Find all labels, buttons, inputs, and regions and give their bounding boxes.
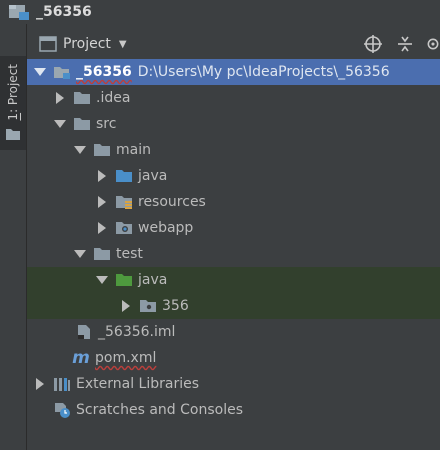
tree-label-test-java: java [138,272,168,288]
tool-window-strip: 1: Project [0,24,27,450]
tree-row-main[interactable]: main [27,137,440,163]
folder-icon [94,144,110,156]
tree-row-src[interactable]: src [27,111,440,137]
tree-label-iml: _56356.iml [98,324,176,340]
web-folder-icon [116,222,132,234]
tree-label-webapp: webapp [138,220,194,236]
collapsed-arrow-icon[interactable] [95,169,109,183]
toolbar-actions [362,32,440,56]
tree-row-iml[interactable]: _56356.iml [27,319,440,345]
crosshair-icon [364,35,382,53]
settings-button[interactable] [426,33,440,55]
collapsed-arrow-icon[interactable] [53,91,67,105]
module-folder-icon [54,67,70,79]
window-titlebar: _56356 [0,0,440,24]
package-icon [140,300,156,312]
project-tab-text: : Project [6,64,20,113]
tree-label-test: test [116,246,143,262]
project-tool-tab[interactable]: 1: Project [0,56,26,150]
project-icon [9,5,29,20]
folder-icon [74,118,90,130]
tree-row-webapp[interactable]: webapp [27,215,440,241]
expanded-arrow-icon[interactable] [73,143,87,157]
expanded-arrow-icon[interactable] [53,117,67,131]
expanded-arrow-icon[interactable] [73,247,87,261]
window-title: _56356 [36,4,92,20]
tree-label-main-java: java [138,168,168,184]
tree-row-main-java[interactable]: java [27,163,440,189]
tree-row-test[interactable]: test [27,241,440,267]
project-panel: Project ▼ _56356 D:\Users\My pc\IdeaProj… [27,24,440,450]
project-view-icon [39,36,57,52]
scratches-icon [55,403,70,418]
tree-label-pom: pom.xml [95,350,157,366]
test-folder-icon [116,274,132,286]
collapsed-arrow-icon[interactable] [119,299,133,313]
expanded-arrow-icon[interactable] [33,65,47,79]
folder-icon [74,92,90,104]
folder-icon [94,248,110,260]
tree-row-idea[interactable]: .idea [27,85,440,111]
iml-file-icon [78,325,90,339]
collapse-icon [398,36,412,52]
tree-row-root[interactable]: _56356 D:\Users\My pc\IdeaProjects\_5635… [27,59,440,85]
tree-label-package: 356 [162,298,189,314]
tree-label-main: main [116,142,151,158]
settings-icon [427,38,439,50]
tree-label-resources: resources [138,194,206,210]
tree-row-package[interactable]: 356 [27,293,440,319]
collapsed-arrow-icon[interactable] [95,221,109,235]
library-icon [54,378,70,391]
tree-label-idea: .idea [96,90,131,106]
tree-label-scratches: Scratches and Consoles [76,402,243,418]
tree-label-libraries: External Libraries [76,376,199,392]
collapsed-arrow-icon[interactable] [95,195,109,209]
maven-icon: m [72,348,90,368]
root-name: _56356 [76,64,132,80]
project-tab-number: 1 [6,112,20,121]
chevron-down-icon[interactable]: ▼ [119,39,127,50]
source-folder-icon [116,170,132,182]
expanded-arrow-icon[interactable] [95,273,109,287]
folder-icon [6,128,20,140]
root-path: D:\Users\My pc\IdeaProjects\_56356 [137,64,390,80]
project-toolbar: Project ▼ [27,32,440,56]
project-tab-label: 1: Project [6,64,20,121]
tree-label-src: src [96,116,117,132]
tree-row-scratches[interactable]: Scratches and Consoles [27,397,440,423]
tree-row-test-java[interactable]: java [27,267,440,293]
resources-folder-icon [116,196,132,209]
locate-button[interactable] [362,33,384,55]
tree-row-pom[interactable]: m pom.xml [27,345,440,371]
project-view-title[interactable]: Project [63,36,111,52]
collapsed-arrow-icon[interactable] [33,377,47,391]
tree-row-resources[interactable]: resources [27,189,440,215]
tree-row-libraries[interactable]: External Libraries [27,371,440,397]
collapse-all-button[interactable] [394,33,416,55]
